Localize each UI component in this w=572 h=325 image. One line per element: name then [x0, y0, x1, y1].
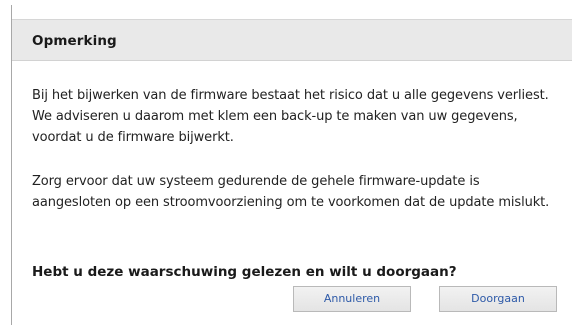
- confirmation-question: Hebt u deze waarschuwing gelezen en wilt…: [32, 264, 457, 280]
- dialog-title: Opmerking: [32, 33, 117, 49]
- data-loss-warning-text: Bij het bijwerken van de firmware bestaa…: [32, 88, 549, 145]
- power-supply-warning-text: Zorg ervoor dat uw systeem gedurende de …: [32, 174, 550, 210]
- screen: Opmerking Bij het bijwerken van de firmw…: [0, 0, 572, 325]
- cancel-button[interactable]: Annuleren: [293, 286, 411, 312]
- continue-button[interactable]: Doorgaan: [439, 286, 557, 312]
- warning-dialog: Opmerking Bij het bijwerken van de firmw…: [11, 5, 572, 325]
- dialog-header: Opmerking: [12, 19, 572, 61]
